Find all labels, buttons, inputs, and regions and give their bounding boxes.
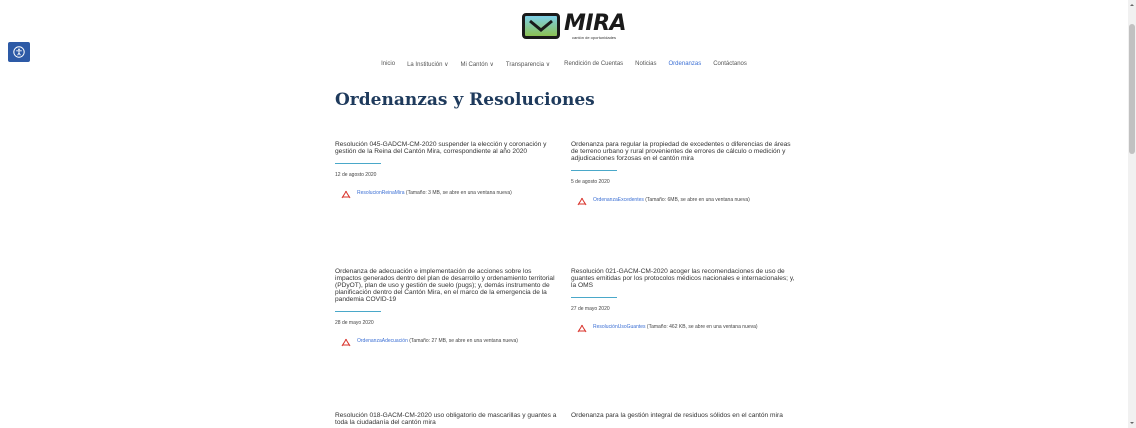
logo-tagline: cantón de oportunidades [572,34,617,40]
file-link[interactable]: OrdenanzaAdecuación [357,338,408,344]
file-info: (Tamaño: 27 MB, se abre en una ventana n… [407,338,518,344]
pdf-icon [341,338,351,347]
nav-item-mi-canton[interactable]: Mi Cantón ∨ [455,61,500,68]
pdf-icon [577,324,587,333]
page-title: Ordenanzas y Resoluciones [335,90,595,110]
file-info: (Tamaño: 3 MB, se abre en una ventana nu… [404,190,512,196]
card-title[interactable]: Ordenanza para regular la propiedad de e… [571,141,795,162]
nav-item-rendicion-de-cuentas[interactable]: Rendición de Cuentas [558,61,629,68]
ordinance-card: Resolución 045-GADCM-CM-2020 suspender l… [335,141,559,200]
accessibility-icon [13,46,25,58]
card-title[interactable]: Resolución 045-GADCM-CM-2020 suspender l… [335,141,559,155]
card-title[interactable]: Ordenanza para la gestión integral de re… [571,412,795,419]
nav-item-la-institucion[interactable]: La Institución ∨ [401,61,454,68]
scroll-thumb[interactable] [1129,24,1135,154]
nav-item-noticias[interactable]: Noticias [629,61,662,68]
scroll-down-icon[interactable] [1129,420,1135,426]
logo-word: MIRA [564,10,627,36]
card-title[interactable]: Resolución 021-GACM-CM-2020 acoger las r… [571,268,795,289]
nav-item-inicio[interactable]: Inicio [375,61,401,68]
file-attachment: ResoluciónUsoGuantes (Tamaño: 462 KB, se… [577,324,787,334]
accessibility-button[interactable] [8,42,30,62]
file-info: (Tamaño: 462 KB, se abre en una ventana … [645,324,758,330]
card-divider [571,170,617,171]
nav-item-transparencia[interactable]: Transparencia ∨ [500,61,556,68]
file-attachment: OrdenanzaAdecuación (Tamaño: 27 MB, se a… [341,338,551,348]
site-logo[interactable]: MIRA cantón de oportunidades [522,10,627,42]
vertical-scrollbar[interactable] [1128,0,1136,428]
file-attachment: OrdenanzaExcedentes (Tamaño: 6MB, se abr… [577,197,787,207]
card-divider [335,163,381,164]
ordinance-card: Resolución 018-GACM-CM-2020 uso obligato… [335,412,559,426]
main-nav: Inicio La Institución ∨ Mi Cantón ∨ Tran… [0,61,1128,68]
ordinance-card: Resolución 021-GACM-CM-2020 acoger las r… [571,268,795,334]
file-link[interactable]: ResolucionReinaMira [357,190,405,196]
card-title[interactable]: Resolución 018-GACM-CM-2020 uso obligato… [335,412,559,426]
ordinance-card: Ordenanza para la gestión integral de re… [571,412,795,419]
ordinance-card: Ordenanza para regular la propiedad de e… [571,141,795,207]
pdf-icon [341,190,351,199]
file-info: (Tamaño: 6MB, se abre en una ventana nue… [643,197,750,203]
file-attachment: ResolucionReinaMira (Tamaño: 3 MB, se ab… [341,190,551,200]
card-date: 12 de agosto 2020 [335,172,377,178]
file-link[interactable]: ResoluciónUsoGuantes [593,324,646,330]
nav-item-contactanos[interactable]: Contáctanos [707,61,753,68]
logo-mark-icon [522,13,560,39]
nav-item-ordenanzas[interactable]: Ordenanzas [663,61,708,68]
scroll-up-icon[interactable] [1129,2,1135,8]
file-link[interactable]: OrdenanzaExcedentes [593,197,644,203]
pdf-icon [577,197,587,206]
card-date: 5 de agosto 2020 [571,179,610,185]
card-divider [571,297,617,298]
card-date: 27 de mayo 2020 [571,306,610,312]
card-divider [335,311,381,312]
card-title[interactable]: Ordenanza de adecuación e implementación… [335,268,559,303]
card-date: 28 de mayo 2020 [335,320,374,326]
ordinance-card: Ordenanza de adecuación e implementación… [335,268,559,348]
